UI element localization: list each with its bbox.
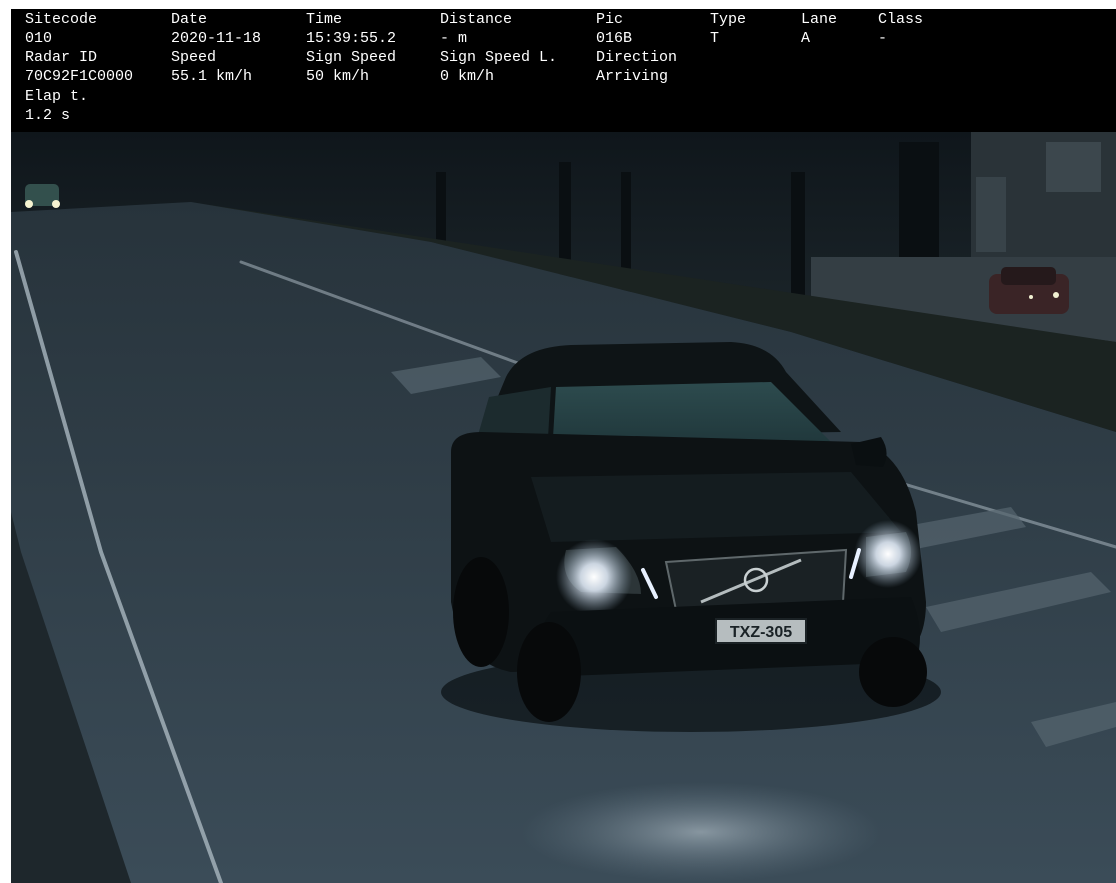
wet-road-reflection <box>521 782 881 882</box>
lane-value: A <box>801 30 811 47</box>
lane-label: Lane <box>801 11 838 28</box>
sitecode-value: 010 <box>25 30 53 47</box>
left-headlight <box>556 539 632 615</box>
radar-id-value: 70C92F1C0000 <box>25 68 134 85</box>
class-value: - <box>878 30 888 47</box>
speed-value: 55.1 km/h <box>171 68 253 85</box>
sign-speed-l-label: Sign Speed L. <box>440 49 558 66</box>
direction-value: Arriving <box>596 68 669 85</box>
type-value: T <box>710 30 720 47</box>
sign-speed-l-value: 0 km/h <box>440 68 495 85</box>
distance-value: - m <box>440 30 468 47</box>
sitecode-label: Sitecode <box>25 11 98 28</box>
pic-label: Pic <box>596 11 624 28</box>
direction-label: Direction <box>596 49 678 66</box>
right-headlight <box>854 520 922 588</box>
building-window <box>976 177 1006 252</box>
time-label: Time <box>306 11 343 28</box>
road-scene: TXZ-305 <box>11 132 1116 883</box>
building-sign <box>1046 142 1101 192</box>
sign-speed-value: 50 km/h <box>306 68 370 85</box>
parked-car <box>989 267 1069 314</box>
sign-speed-label: Sign Speed <box>306 49 397 66</box>
radar-data-overlay: Sitecode Date Time Distance Pic Type Lan… <box>11 9 1116 132</box>
elapsed-label: Elap t. <box>25 88 89 105</box>
type-label: Type <box>710 11 747 28</box>
elapsed-value: 1.2 s <box>25 107 71 124</box>
date-label: Date <box>171 11 208 28</box>
distant-car <box>25 184 60 208</box>
radar-id-label: Radar ID <box>25 49 98 66</box>
license-plate-text: TXZ-305 <box>730 624 792 641</box>
pic-value: 016B <box>596 30 633 47</box>
time-value: 15:39:55.2 <box>306 30 397 47</box>
class-label: Class <box>878 11 924 28</box>
date-value: 2020-11-18 <box>171 30 262 47</box>
distance-label: Distance <box>440 11 513 28</box>
camera-frame: Sitecode Date Time Distance Pic Type Lan… <box>11 9 1116 883</box>
speed-label: Speed <box>171 49 217 66</box>
